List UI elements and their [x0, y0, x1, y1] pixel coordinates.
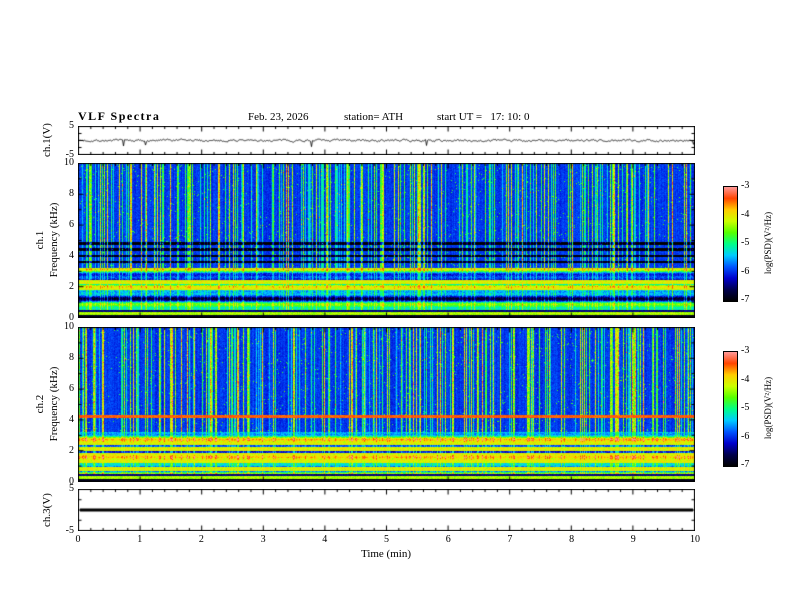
ch1-axis-label: ch.1	[34, 230, 46, 250]
x-tick-label: 2	[198, 534, 204, 545]
y-tick-label: 4	[69, 250, 74, 261]
ch1-colorbar	[723, 186, 738, 302]
ch1-colorbar-label: log(PSD)(V²/Hz)	[763, 211, 773, 275]
colorbar-tick-label: -6	[741, 265, 750, 277]
x-axis-label: Time (min)	[360, 548, 411, 560]
y-tick-label: 2	[69, 445, 74, 456]
ch2-frequency-axis-label: Frequency (kHz)	[48, 366, 60, 442]
ch1-spectrogram-canvas	[78, 163, 695, 318]
ch3-voltage-axis-label: ch.3(V)	[41, 493, 53, 527]
colorbar-tick-label: -4	[741, 373, 750, 385]
x-tick-label: 8	[569, 534, 575, 545]
colorbar-tick-label: -3	[741, 345, 750, 356]
colorbar-tick-label: -6	[741, 430, 750, 442]
y-tick-label: 8	[69, 188, 74, 199]
y-tick-label: 5	[69, 483, 74, 494]
ch2-colorbar	[723, 351, 738, 467]
y-tick-label: 10	[64, 157, 74, 168]
date-label: Feb. 23, 2026	[248, 111, 309, 123]
station-label: station= ATH	[344, 111, 404, 123]
x-tick-label: 3	[260, 534, 266, 545]
ch1-frequency-axis-label: Frequency (kHz)	[48, 202, 60, 278]
colorbar-tick-label: -7	[741, 459, 750, 470]
ch1-waveform-canvas	[78, 126, 695, 155]
plot-title: VLF Spectra	[78, 109, 161, 123]
x-tick-label: 6	[445, 534, 451, 545]
colorbar-tick-label: -5	[741, 237, 750, 248]
start-ut-label: start UT = 17: 10: 0	[437, 111, 530, 123]
ch3-waveform-canvas	[78, 489, 695, 531]
colorbar-tick-label: -7	[741, 294, 750, 305]
x-tick-label: 7	[507, 534, 513, 545]
y-tick-label: 6	[69, 219, 74, 230]
y-tick-label: 5	[69, 120, 74, 131]
y-tick-label: 2	[69, 281, 74, 292]
y-tick-label: 8	[69, 352, 74, 363]
x-tick-label: 5	[384, 534, 389, 545]
x-tick-label: 0	[75, 534, 81, 545]
colorbar-tick-label: -5	[741, 402, 750, 413]
x-tick-label: 10	[690, 534, 700, 545]
ch2-axis-label: ch.2	[34, 394, 46, 414]
x-tick-label: 1	[137, 534, 143, 545]
ch2-spectrogram-canvas	[78, 327, 695, 482]
y-tick-label: 6	[69, 383, 74, 394]
y-tick-label: 10	[64, 321, 74, 332]
colorbar-tick-label: -3	[741, 180, 750, 191]
x-tick-label: 9	[630, 534, 636, 545]
colorbar-tick-label: -4	[741, 208, 750, 220]
y-tick-label: 4	[69, 414, 74, 425]
vlf-spectra-figure: VLF Spectra Feb. 23, 2026 station= ATH s…	[0, 0, 792, 612]
ch2-colorbar-label: log(PSD)(V²/Hz)	[763, 376, 773, 440]
x-tick-label: 4	[322, 534, 328, 545]
